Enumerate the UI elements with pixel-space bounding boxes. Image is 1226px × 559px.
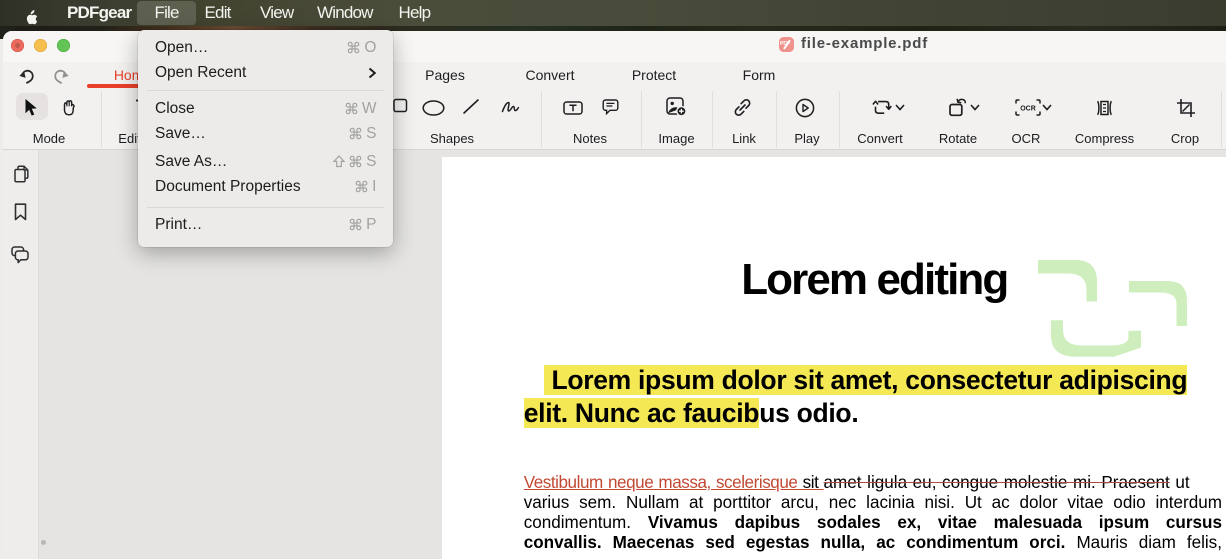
svg-text:OCR: OCR: [1020, 106, 1036, 113]
